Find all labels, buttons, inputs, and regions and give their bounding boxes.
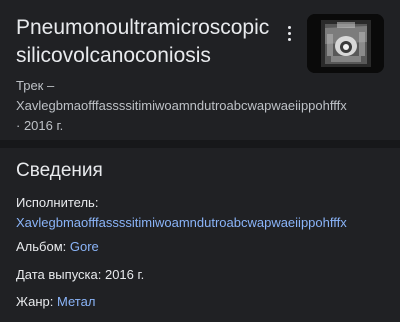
album-art-image (307, 14, 384, 73)
detail-row-album: Альбом: Gore (16, 237, 388, 257)
genre-label: Жанр: (16, 294, 58, 309)
track-title: Pneumonoultramicroscopic silicovolcanoco… (16, 16, 270, 67)
artist-link[interactable]: Xavlegbmaofffassssitimiwoamndutroabcwapw… (16, 213, 388, 233)
detail-row-release: Дата выпуска: 2016 г. (16, 265, 388, 285)
track-year: · 2016 г. (16, 118, 64, 133)
track-type: Трек – (16, 78, 55, 93)
menu-dot (287, 25, 291, 29)
release-label: Дата выпуска: (16, 267, 105, 282)
menu-dot (287, 37, 291, 41)
menu-dot (287, 31, 291, 35)
album-art[interactable] (307, 14, 384, 73)
details-heading: Сведения (16, 160, 103, 181)
album-link[interactable]: Gore (70, 239, 99, 254)
release-value: 2016 г. (104, 267, 145, 282)
detail-row-artist: Исполнитель: Xavlegbmaofffassssitimiwoam… (16, 193, 388, 233)
more-vert-icon[interactable] (281, 21, 297, 45)
track-artist: Xavlegbmaofffassssitimiwoamndutroabcwapw… (16, 98, 347, 113)
track-header: Pneumonoultramicroscopic silicovolcanoco… (0, 0, 400, 140)
genre-link[interactable]: Метал (57, 294, 95, 309)
section-divider (0, 140, 400, 148)
album-label: Альбом: (16, 239, 70, 254)
artist-label: Исполнитель: (16, 195, 99, 210)
track-subtitle: Трек – Xavlegbmaofffassssitimiwoamndutro… (16, 76, 386, 136)
detail-row-genre: Жанр: Метал (16, 292, 388, 312)
